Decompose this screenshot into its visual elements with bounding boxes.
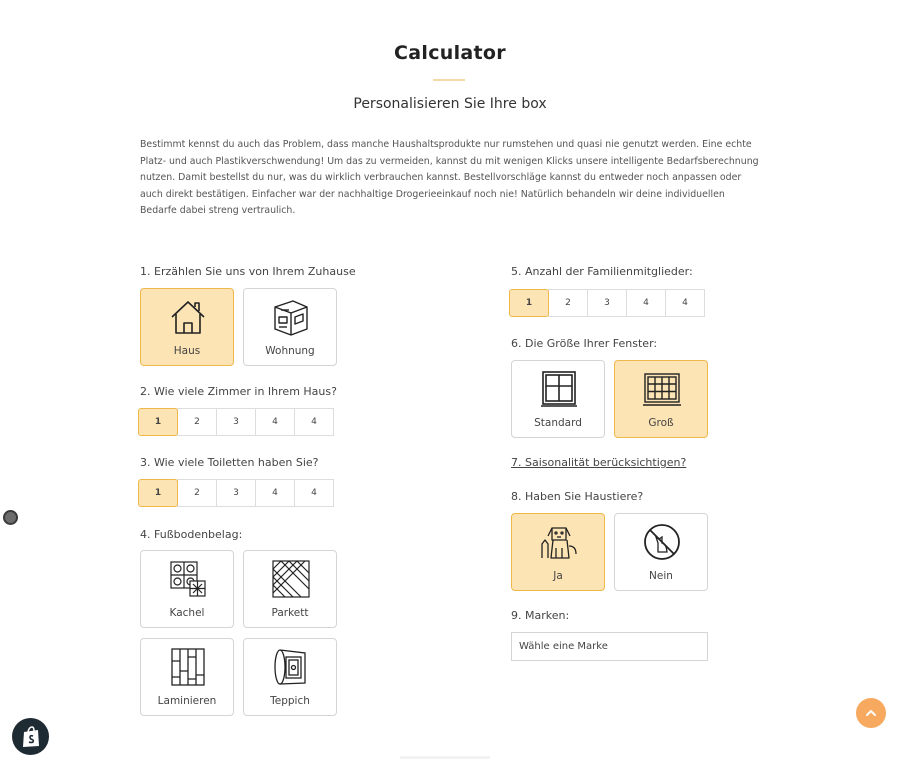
- option-gross[interactable]: Groß: [614, 360, 708, 438]
- option-label: Wohnung: [265, 345, 315, 357]
- option-wohnung[interactable]: Wohnung: [243, 288, 337, 366]
- pets-icon: [539, 522, 579, 562]
- page-subtitle: Personalisieren Sie Ihre box: [353, 96, 547, 112]
- option-parkett[interactable]: Parkett: [243, 550, 337, 628]
- house-icon: [168, 297, 208, 337]
- q2-option-1[interactable]: 1: [138, 408, 178, 436]
- option-nein[interactable]: Nein: [614, 513, 708, 591]
- shopify-bag-icon: [22, 725, 39, 747]
- q9-label: 9. Marken:: [511, 609, 570, 622]
- q3-option-1[interactable]: 1: [138, 479, 178, 507]
- option-label: Standard: [534, 417, 582, 429]
- option-label: Groß: [648, 417, 674, 429]
- q1-label: 1. Erzählen Sie uns von Ihrem Zuhause: [140, 265, 356, 278]
- q5-option-4[interactable]: 4: [626, 289, 666, 317]
- q5-label: 5. Anzahl der Familienmitglieder:: [511, 265, 693, 278]
- bottom-divider: [400, 756, 490, 759]
- q3-number-selector: 1 2 3 4 4: [138, 479, 334, 507]
- option-label: Laminieren: [157, 695, 217, 707]
- q2-label: 2. Wie viele Zimmer in Ihrem Haus?: [140, 385, 337, 398]
- q5-number-selector: 1 2 3 4 4: [509, 289, 705, 317]
- q7-seasonality-link[interactable]: 7. Saisonalität berücksichtigen?: [511, 456, 686, 469]
- option-teppich[interactable]: Teppich: [243, 638, 337, 716]
- shopify-chat-button[interactable]: [12, 718, 49, 755]
- option-haus[interactable]: Haus: [140, 288, 234, 366]
- tile-icon: [168, 559, 208, 599]
- window-standard-icon: [539, 369, 579, 409]
- window-large-icon: [642, 369, 682, 409]
- intro-text: Bestimmt kennst du auch das Problem, das…: [140, 139, 759, 217]
- no-pets-icon: [642, 522, 682, 562]
- side-widget-icon[interactable]: [3, 510, 18, 525]
- page-title: Calculator: [394, 42, 506, 64]
- title-divider: [433, 79, 465, 81]
- laminate-icon: [168, 647, 208, 687]
- q5-option-3[interactable]: 3: [587, 289, 627, 317]
- q3-option-5[interactable]: 4: [294, 479, 334, 507]
- option-label: Teppich: [270, 695, 310, 707]
- q6-label: 6. Die Größe Ihrer Fenster:: [511, 337, 658, 350]
- option-ja[interactable]: Ja: [511, 513, 605, 591]
- parquet-icon: [271, 559, 311, 599]
- q5-option-1[interactable]: 1: [509, 289, 549, 317]
- option-laminieren[interactable]: Laminieren: [140, 638, 234, 716]
- option-label: Nein: [649, 570, 673, 582]
- q3-option-4[interactable]: 4: [255, 479, 295, 507]
- q3-label: 3. Wie viele Toiletten haben Sie?: [140, 456, 319, 469]
- q2-option-5[interactable]: 4: [294, 408, 334, 436]
- brand-select[interactable]: Wähle eine Marke: [511, 632, 708, 661]
- q2-number-selector: 1 2 3 4 4: [138, 408, 334, 436]
- q2-option-2[interactable]: 2: [177, 408, 217, 436]
- option-kachel[interactable]: Kachel: [140, 550, 234, 628]
- apartment-icon: [271, 297, 311, 337]
- option-label: Ja: [553, 570, 563, 582]
- chevron-up-icon: [866, 710, 876, 716]
- q5-option-2[interactable]: 2: [548, 289, 588, 317]
- q4-label: 4. Fußbodenbelag:: [140, 528, 243, 541]
- carpet-icon: [271, 647, 311, 687]
- q2-option-3[interactable]: 3: [216, 408, 256, 436]
- option-label: Kachel: [169, 607, 205, 619]
- option-label: Haus: [173, 345, 201, 357]
- scroll-to-top-button[interactable]: [856, 698, 886, 728]
- q3-option-2[interactable]: 2: [177, 479, 217, 507]
- q3-option-3[interactable]: 3: [216, 479, 256, 507]
- q2-option-4[interactable]: 4: [255, 408, 295, 436]
- option-standard[interactable]: Standard: [511, 360, 605, 438]
- option-label: Parkett: [271, 607, 309, 619]
- q5-option-5[interactable]: 4: [665, 289, 705, 317]
- q8-label: 8. Haben Sie Haustiere?: [511, 490, 644, 503]
